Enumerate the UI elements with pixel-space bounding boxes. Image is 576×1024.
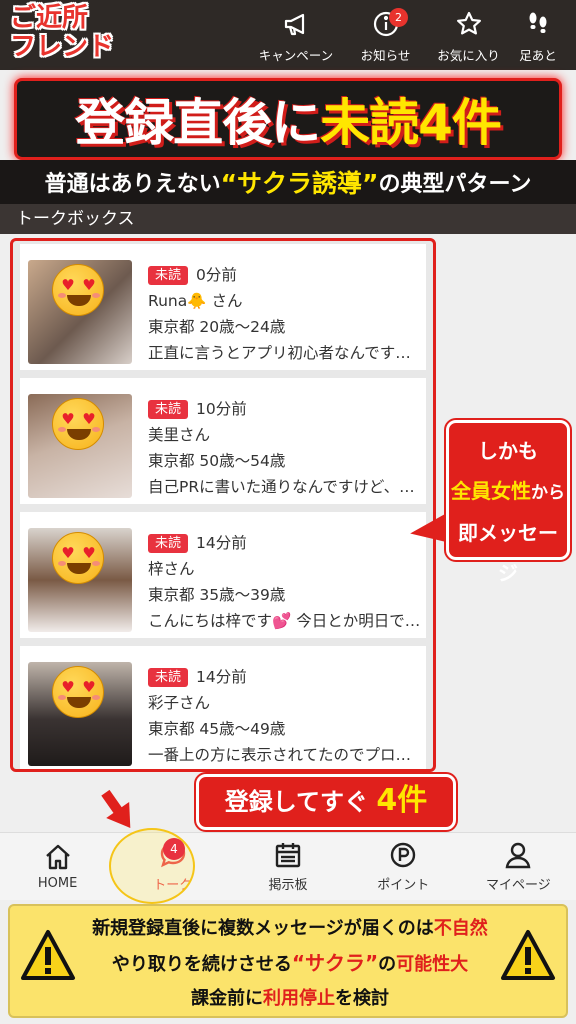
heart-eyes-emoji-icon: ♥ ♥ (52, 398, 104, 450)
callout-line-3: 即メッセージ (458, 521, 558, 585)
section-title: トークボックス (0, 204, 576, 234)
warning-line-2a: やり取りを続けさせる (111, 954, 292, 975)
message-list: ♥ ♥ 未読 0分前 Runa🐥 さん 東京都 20歳〜24歳 正直に言うとアプリ初… (10, 238, 436, 772)
nav-campaign-label: キャンペーン (258, 48, 334, 63)
home-icon (45, 844, 70, 870)
message-item[interactable]: ♥ ♥ 未読 14分前 梓さん 東京都 35歳〜39歳 こんにちは梓です💕 今日とか… (20, 512, 426, 638)
banner-highlight: 未読4件 (320, 94, 502, 152)
app-header: ご近所 フレンド キャンペーン 2 お知らせ お気に入り 足あと (0, 0, 576, 70)
warning-line-2c: の (378, 954, 397, 975)
heart-eyes-emoji-icon: ♥ ♥ (52, 532, 104, 584)
sender-profile: 東京都 50歳〜54歳 (148, 452, 286, 470)
megaphone-icon (284, 13, 305, 36)
header-nav: キャンペーン 2 お知らせ お気に入り 足あと (248, 6, 566, 64)
app-logo[interactable]: ご近所 フレンド (10, 4, 120, 62)
nav-news-label: お知らせ (360, 48, 411, 63)
message-time: 10分前 (196, 400, 247, 418)
news-badge: 2 (389, 8, 408, 27)
headline-banner: 登録直後に 未読4件 (14, 78, 562, 160)
warning-line-1a: 新規登録直後に複数メッセージが届くのは (92, 918, 434, 939)
message-time: 14分前 (196, 534, 247, 552)
message-item[interactable]: ♥ ♥ 未読 14分前 彩子さん 東京都 45歳〜49歳 一番上の方に表示されてたの… (20, 646, 426, 769)
banner-text: 登録直後に (75, 94, 321, 152)
unread-badge: 未読 (148, 400, 189, 419)
message-preview: 一番上の方に表示されてたのでプロ… (148, 746, 412, 764)
warning-line-2b: “サクラ” (291, 951, 379, 975)
bottom-callout: 登録してすぐ 4件 (194, 772, 458, 832)
callout-highlight: 全員女性 (451, 479, 531, 503)
sender-profile: 東京都 35歳〜39歳 (148, 586, 286, 604)
sender-name: 梓さん (148, 560, 195, 578)
sub-banner: 普通はありえない “サクラ誘導” の典型パターン (0, 160, 576, 204)
nav-campaign[interactable]: キャンペーン (248, 6, 344, 64)
point-icon (391, 842, 416, 868)
bottom-callout-text: 登録してすぐ (224, 788, 369, 816)
sender-name: 美里さん (148, 426, 211, 444)
callout-line-2-rest: から (531, 483, 565, 503)
warning-line-3c: を検討 (335, 988, 389, 1009)
tab-mypage-label: マイページ (486, 878, 551, 893)
callout-arrow-icon (408, 514, 448, 548)
unread-badge: 未読 (148, 534, 189, 553)
sub-banner-text-a: 普通はありえない (44, 172, 221, 197)
tab-mypage[interactable]: マイページ (461, 833, 576, 900)
message-preview: こんにちは梓です💕 今日とか明日で… (148, 612, 420, 630)
sub-banner-text-c: の典型パターン (378, 172, 532, 197)
unread-badge: 未読 (148, 668, 189, 687)
tab-home-label: HOME (37, 876, 78, 891)
avatar: ♥ ♥ (28, 528, 132, 632)
warning-line-3b: 利用停止 (263, 988, 335, 1009)
nav-favorites[interactable]: お気に入り (427, 6, 510, 64)
sender-name: Runa🐥 さん (148, 292, 243, 310)
star-icon (456, 11, 481, 35)
talk-unread-badge: 4 (163, 838, 185, 860)
tab-board[interactable]: 掲示板 (230, 833, 345, 900)
avatar: ♥ ♥ (28, 260, 132, 364)
talk-highlight-ring (109, 828, 195, 904)
avatar: ♥ ♥ (28, 662, 132, 766)
warning-line-2d: 可能性大 (396, 954, 469, 975)
tab-points-label: ポイント (377, 878, 430, 893)
message-item[interactable]: ♥ ♥ 未読 0分前 Runa🐥 さん 東京都 20歳〜24歳 正直に言うとアプリ初… (20, 244, 426, 370)
sender-profile: 東京都 45歳〜49歳 (148, 720, 286, 738)
callout-line-1: しかも (478, 439, 538, 463)
person-icon (505, 842, 531, 869)
sub-banner-highlight: “サクラ誘導” (220, 169, 379, 198)
nav-footprints-label: 足あと (519, 48, 557, 63)
logo-line-1: ご近所 (10, 3, 89, 33)
nav-favorites-label: お気に入り (437, 48, 500, 63)
tab-points[interactable]: ポイント (346, 833, 461, 900)
footprints-icon (529, 12, 547, 33)
bottom-tab-bar: HOME トーク 掲示板 ポイント マイページ (0, 832, 576, 900)
warning-text: 新規登録直後に複数メッセージが届くのは不自然 やり取りを続けさせる“サクラ”の可… (86, 912, 494, 1016)
message-time: 14分前 (196, 668, 247, 686)
logo-line-2: フレンド (10, 32, 115, 62)
tab-board-label: 掲示板 (268, 878, 308, 893)
message-item[interactable]: ♥ ♥ 未読 10分前 美里さん 東京都 50歳〜54歳 自己PRに書いた通りなんで… (20, 378, 426, 504)
nav-footprints[interactable]: 足あと (510, 6, 566, 64)
side-callout: しかも 全員女性から 即メッセージ (444, 418, 572, 585)
warning-icon (21, 930, 75, 980)
heart-eyes-emoji-icon: ♥ ♥ (52, 666, 104, 718)
calendar-board-icon (275, 843, 301, 868)
nav-news[interactable]: 2 お知らせ (344, 6, 427, 64)
warning-icon (501, 930, 555, 980)
sender-profile: 東京都 20歳〜24歳 (148, 318, 286, 336)
message-time: 0分前 (196, 266, 237, 284)
sender-name: 彩子さん (148, 694, 211, 712)
message-preview: 正直に言うとアプリ初心者なんです… (148, 344, 411, 362)
unread-badge: 未読 (148, 266, 189, 285)
heart-eyes-emoji-icon: ♥ ♥ (52, 264, 104, 316)
bottom-callout-count: 4件 (376, 783, 428, 818)
warning-box: 新規登録直後に複数メッセージが届くのは不自然 やり取りを続けさせる“サクラ”の可… (8, 904, 568, 1018)
warning-line-1b: 不自然 (433, 918, 488, 939)
warning-line-3a: 課金前に (191, 988, 263, 1009)
tab-home[interactable]: HOME (0, 833, 115, 900)
avatar: ♥ ♥ (28, 394, 132, 498)
message-preview: 自己PRに書いた通りなんですけど、… (148, 478, 415, 496)
